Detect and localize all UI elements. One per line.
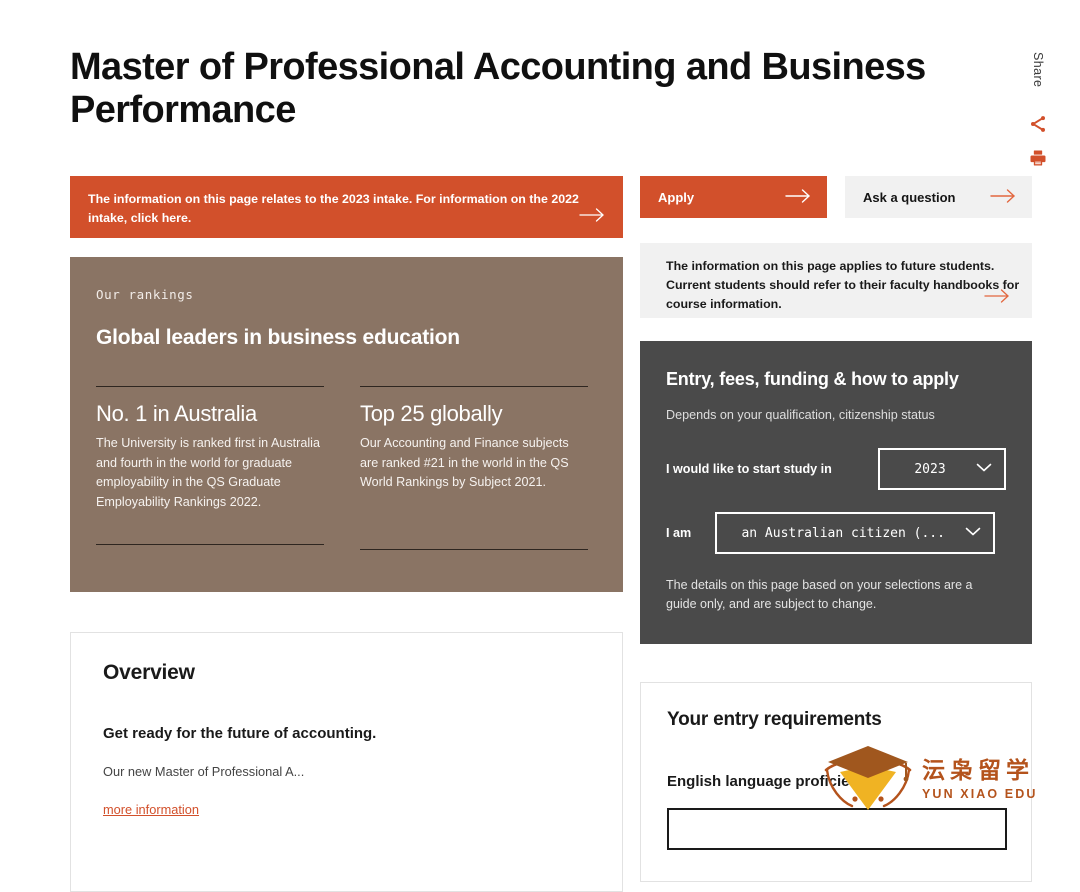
ranking-item: Top 25 globally Our Accounting and Finan… <box>360 386 588 550</box>
arrow-right-icon <box>785 188 811 207</box>
overview-body: Our new Master of Professional A... <box>103 764 305 779</box>
ranking-item: No. 1 in Australia The University is ran… <box>96 386 324 550</box>
citizenship-select[interactable]: an Australian citizen (... <box>715 512 996 554</box>
future-students-note[interactable]: The information on this page applies to … <box>640 243 1032 318</box>
start-study-field-row: I would like to start study in 2023 <box>666 448 1006 490</box>
citizenship-field-row: I am an Australian citizen (... <box>666 512 1006 554</box>
chevron-down-icon <box>965 526 981 541</box>
citizenship-label: I am <box>666 526 692 540</box>
apply-button-label: Apply <box>658 189 695 205</box>
ranking-title: Top 25 globally <box>360 401 503 426</box>
divider <box>360 386 588 387</box>
ranking-body: The University is ranked first in Austra… <box>96 436 320 509</box>
arrow-right-icon <box>984 288 1010 309</box>
entry-fees-funding-panel: Entry, fees, funding & how to apply Depe… <box>640 341 1032 644</box>
apply-button[interactable]: Apply <box>640 176 827 218</box>
share-rail: Share <box>1018 52 1058 168</box>
intake-alert-text: The information on this page relates to … <box>88 192 579 226</box>
rankings-heading: Global leaders in business education <box>96 326 460 349</box>
arrow-right-icon <box>579 207 605 228</box>
cta-button-row: Apply Ask a question <box>640 176 1032 218</box>
citizenship-value: an Australian citizen (... <box>741 525 945 541</box>
ranking-body: Our Accounting and Finance subjects are … <box>360 436 569 490</box>
entry-panel-subtitle: Depends on your qualification, citizensh… <box>666 408 935 422</box>
start-study-label: I would like to start study in <box>666 462 832 476</box>
entry-panel-title: Entry, fees, funding & how to apply <box>666 369 959 389</box>
rankings-eyebrow: Our rankings <box>96 287 194 302</box>
future-students-note-text: The information on this page applies to … <box>666 259 1020 311</box>
printer-icon[interactable] <box>1028 148 1048 168</box>
rankings-card: Our rankings Global leaders in business … <box>70 257 623 592</box>
divider <box>96 544 324 546</box>
english-proficiency-label: English language proficiency <box>667 773 876 790</box>
english-proficiency-select[interactable] <box>667 808 1007 850</box>
share-icon[interactable] <box>1028 114 1048 134</box>
arrow-right-icon <box>990 188 1016 207</box>
start-year-value: 2023 <box>914 461 946 477</box>
share-label: Share <box>1031 52 1045 88</box>
ask-a-question-label: Ask a question <box>863 189 956 205</box>
chevron-down-icon <box>976 462 992 477</box>
more-information-link[interactable]: more information <box>103 802 199 817</box>
page-title: Master of Professional Accounting and Bu… <box>70 46 926 131</box>
overview-subtitle: Get ready for the future of accounting. <box>103 725 377 742</box>
overview-title: Overview <box>103 661 195 684</box>
entry-requirements-title: Your entry requirements <box>667 709 882 730</box>
divider <box>360 548 588 550</box>
ask-a-question-button[interactable]: Ask a question <box>845 176 1032 218</box>
entry-requirements-card: Your entry requirements English language… <box>640 682 1032 882</box>
ranking-title: No. 1 in Australia <box>96 401 257 426</box>
intake-alert-banner[interactable]: The information on this page relates to … <box>70 176 623 238</box>
start-year-select[interactable]: 2023 <box>878 448 1006 490</box>
entry-panel-footnote: The details on this page based on your s… <box>666 578 973 612</box>
overview-card: Overview Get ready for the future of acc… <box>70 632 623 892</box>
divider <box>96 386 324 387</box>
